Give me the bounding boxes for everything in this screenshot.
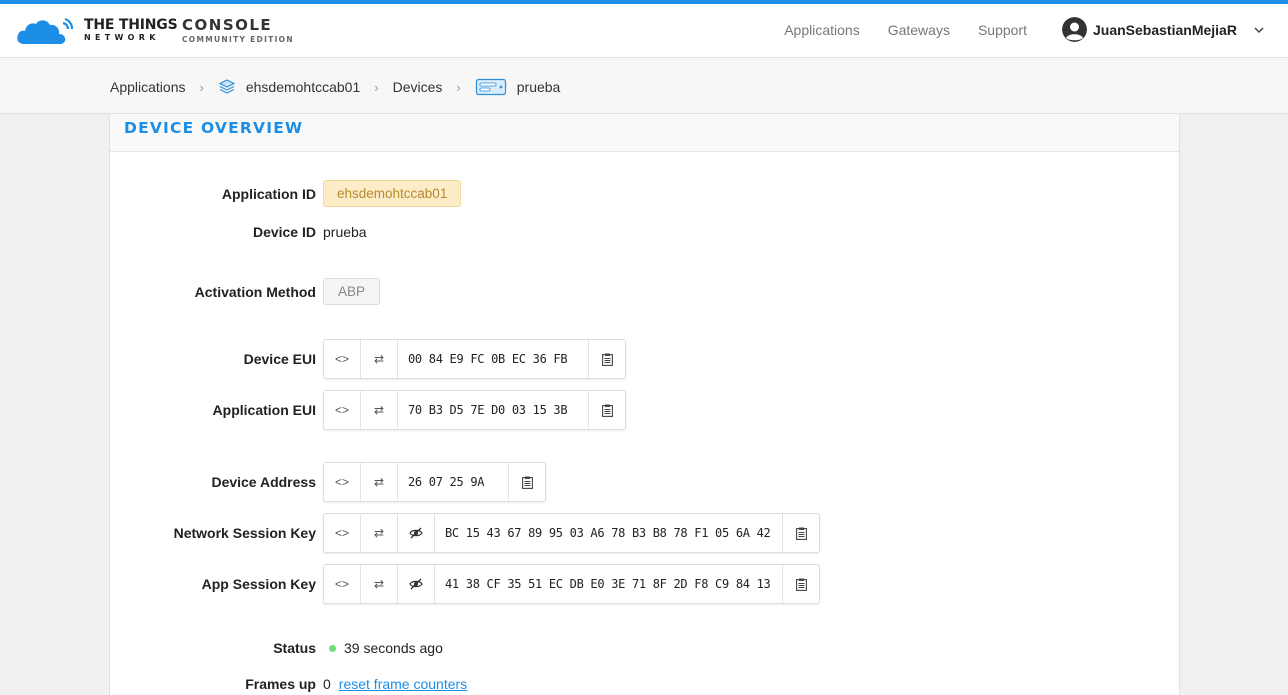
device-icon	[475, 77, 507, 97]
device-id-label: Device ID	[252, 224, 316, 240]
byte-order-swap-icon[interactable]: ⇄	[361, 463, 398, 501]
frames-up-value: 0	[323, 676, 331, 692]
cloud-logo-icon	[17, 17, 74, 44]
byte-order-swap-icon[interactable]: ⇄	[361, 340, 398, 378]
device-eui-field: <> ⇄ 00 84 E9 FC 0B EC 36 FB	[323, 339, 626, 379]
nav-support[interactable]: Support	[978, 22, 1027, 38]
app-session-key-label: App Session Key	[201, 576, 316, 592]
breadcrumb-application[interactable]: ehsdemohtccab01	[246, 79, 360, 95]
row-application-id: Application ID ehsdemohtccab01	[110, 180, 1181, 207]
status-online-dot	[329, 644, 336, 652]
network-session-key-value: BC 15 43 67 89 95 03 A6 78 B3 B8 78 F1 0…	[435, 514, 783, 552]
format-toggle-icon[interactable]: <>	[324, 340, 361, 378]
application-id-tag[interactable]: ehsdemohtccab01	[323, 180, 462, 207]
device-eui-value: 00 84 E9 FC 0B EC 36 FB	[398, 340, 589, 378]
reset-frame-counters-link[interactable]: reset frame counters	[339, 676, 467, 692]
breadcrumb-applications[interactable]: Applications	[110, 79, 186, 95]
device-address-label: Device Address	[211, 474, 316, 490]
device-address-value: 26 07 25 9A	[398, 463, 509, 501]
console-title: CONSOLE COMMUNITY EDITION	[182, 18, 294, 44]
chevron-right-icon: ›	[199, 79, 204, 95]
header: THE THINGS NETWORK CONSOLE COMMUNITY EDI…	[0, 4, 1288, 58]
user-menu[interactable]: JuanSebastianMejiaR	[1062, 17, 1265, 42]
eye-slash-icon[interactable]	[398, 565, 435, 603]
status-label: Status	[273, 640, 316, 656]
byte-order-swap-icon[interactable]: ⇄	[361, 391, 398, 429]
console-sub: COMMUNITY EDITION	[182, 35, 294, 44]
copy-clipboard-icon[interactable]	[783, 514, 819, 552]
byte-order-swap-icon[interactable]: ⇄	[361, 514, 398, 552]
breadcrumb: Applications › ehsdemohtccab01 › Devices…	[110, 77, 560, 97]
application-stack-icon	[218, 78, 236, 96]
device-address-field: <> ⇄ 26 07 25 9A	[323, 462, 546, 502]
avatar-icon	[1062, 17, 1087, 42]
app-session-key-field: <> ⇄ 41 38 CF 35 51 EC DB E0 3E 71 8F 2D…	[323, 564, 820, 604]
chevron-right-icon: ›	[456, 79, 461, 95]
top-nav: Applications Gateways Support	[784, 22, 1027, 38]
application-id-label: Application ID	[221, 185, 316, 202]
row-device-eui: Device EUI <> ⇄ 00 84 E9 FC 0B EC 36 FB	[110, 339, 1181, 379]
user-name: JuanSebastianMejiaR	[1093, 21, 1237, 38]
app-session-key-value: 41 38 CF 35 51 EC DB E0 3E 71 8F 2D F8 C…	[435, 565, 783, 603]
application-eui-value: 70 B3 D5 7E D0 03 15 3B	[398, 391, 589, 429]
row-app-session-key: App Session Key <> ⇄ 41 38 CF 35 51 EC D…	[110, 564, 1181, 604]
byte-order-swap-icon[interactable]: ⇄	[361, 565, 398, 603]
application-eui-label: Application EUI	[212, 402, 316, 418]
copy-clipboard-icon[interactable]	[589, 391, 625, 429]
application-eui-field: <> ⇄ 70 B3 D5 7E D0 03 15 3B	[323, 390, 626, 430]
row-frames-up: Frames up 0 reset frame counters	[110, 676, 1181, 692]
activation-method-label: Activation Method	[194, 283, 316, 300]
device-eui-label: Device EUI	[243, 351, 316, 367]
eye-slash-icon[interactable]	[398, 514, 435, 552]
copy-clipboard-icon[interactable]	[509, 463, 545, 501]
console-main: CONSOLE	[182, 16, 273, 34]
format-toggle-icon[interactable]: <>	[324, 565, 361, 603]
format-toggle-icon[interactable]: <>	[324, 463, 361, 501]
frames-up-label: Frames up	[245, 676, 316, 692]
nav-gateways[interactable]: Gateways	[888, 22, 950, 38]
row-device-id: Device ID prueba	[110, 224, 1181, 240]
copy-clipboard-icon[interactable]	[783, 565, 819, 603]
ttn-logo[interactable]: THE THINGS NETWORK	[16, 14, 178, 46]
network-session-key-label: Network Session Key	[173, 525, 316, 541]
row-application-eui: Application EUI <> ⇄ 70 B3 D5 7E D0 03 1…	[110, 390, 1181, 430]
row-activation-method: Activation Method ABP	[110, 278, 1181, 305]
nav-applications[interactable]: Applications	[784, 22, 860, 38]
status-value: 39 seconds ago	[344, 640, 443, 656]
brand-sub: NETWORK	[84, 33, 160, 42]
row-network-session-key: Network Session Key <> ⇄ BC 15 43 67 89 …	[110, 513, 1181, 553]
chevron-right-icon: ›	[374, 79, 379, 95]
chevron-down-icon	[1254, 26, 1264, 33]
row-status: Status 39 seconds ago	[110, 640, 1181, 656]
activation-method-tag: ABP	[323, 278, 381, 305]
card-title: DEVICE OVERVIEW	[124, 119, 304, 137]
row-device-address: Device Address <> ⇄ 26 07 25 9A	[110, 462, 1181, 502]
network-session-key-field: <> ⇄ BC 15 43 67 89 95 03 A6 78 B3 B8 78…	[323, 513, 820, 553]
breadcrumb-bar: Applications › ehsdemohtccab01 › Devices…	[0, 58, 1288, 114]
brand-name: THE THINGS	[84, 17, 178, 33]
copy-clipboard-icon[interactable]	[589, 340, 625, 378]
device-overview-card: DEVICE OVERVIEW Application ID ehsdemoht…	[109, 114, 1180, 695]
format-toggle-icon[interactable]: <>	[324, 514, 361, 552]
format-toggle-icon[interactable]: <>	[324, 391, 361, 429]
breadcrumb-devices[interactable]: Devices	[393, 79, 443, 95]
breadcrumb-device[interactable]: prueba	[517, 79, 561, 95]
device-id-value: prueba	[323, 224, 367, 240]
card-header: DEVICE OVERVIEW	[110, 114, 1179, 152]
